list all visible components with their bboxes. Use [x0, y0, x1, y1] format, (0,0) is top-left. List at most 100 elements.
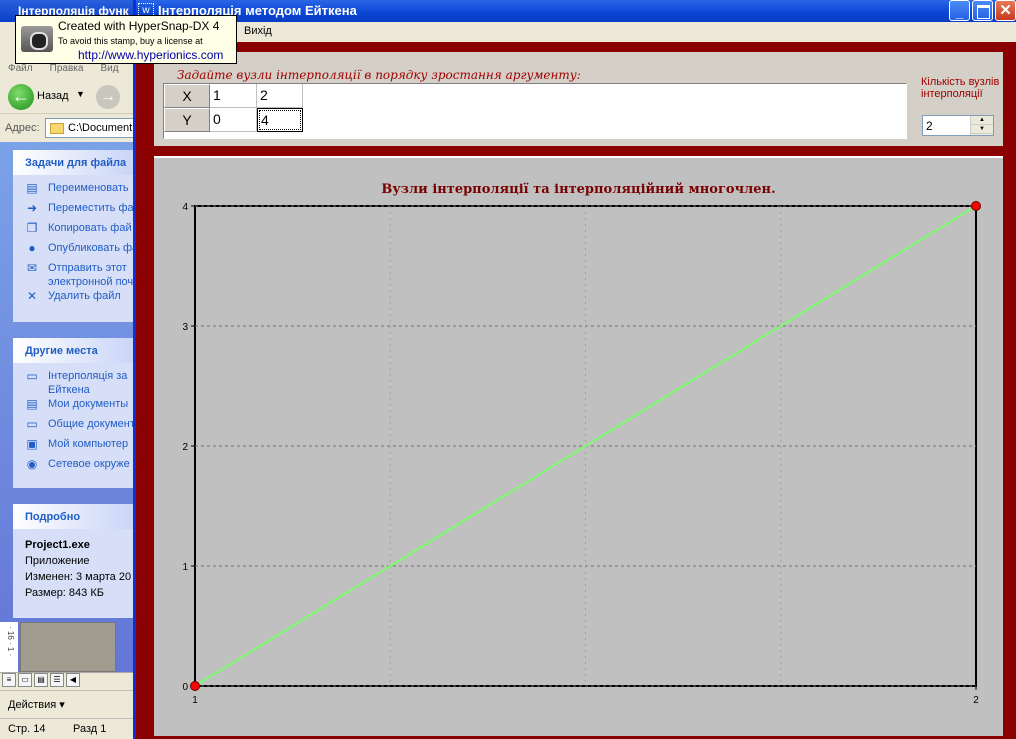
explorer-toolbar: ← Назад ▼ →: [0, 80, 140, 114]
chart-panel: Вузли інтерполяції та інтерполяційний мн…: [154, 156, 1003, 736]
folder-icon: [50, 123, 64, 134]
grid-cell-y1[interactable]: 0: [210, 108, 257, 132]
place-item-label: Мой компьютер: [48, 438, 129, 450]
task-item-label: Копировать фай: [48, 222, 132, 234]
forward-arrow-icon[interactable]: →: [96, 85, 120, 109]
task-item[interactable]: ❐ Копировать фай: [23, 221, 140, 241]
explorer-menu-file[interactable]: Файл: [8, 63, 33, 74]
row-x-header: X: [164, 84, 210, 108]
task-item[interactable]: ● Опубликовать фа: [23, 241, 140, 261]
place-item[interactable]: ▤ Мои документы: [23, 397, 140, 417]
node-point: [190, 681, 200, 691]
app-window: w Інтерполяція методом Ейткена _ ✕ Вихід…: [133, 0, 1016, 739]
input-panel: Задайте вузли інтерполяції в порядку зро…: [154, 52, 1003, 146]
publish-icon: ●: [28, 241, 36, 255]
x-tick-label: 2: [973, 695, 979, 706]
normal-view-icon[interactable]: ≡: [2, 673, 16, 687]
maximize-button[interactable]: [972, 0, 993, 21]
task-item-label: Опубликовать фа: [48, 242, 139, 254]
other-places-panel: Другие места ▭ Інтерполяція за Ейткена ▤ Мо…: [13, 338, 140, 488]
stamp-link[interactable]: http://www.hyperionics.com: [78, 48, 223, 62]
print-view-icon[interactable]: ▤: [34, 673, 48, 687]
spin-up-icon[interactable]: ▲: [971, 116, 993, 125]
node-count-value[interactable]: 2: [926, 119, 933, 133]
place-item-label: Сетевое окруже: [48, 458, 130, 470]
drawing-toolbar: Действия ▾: [0, 690, 140, 716]
task-item-label: Удалить файл: [48, 290, 121, 302]
documents-icon: ▤: [26, 397, 38, 411]
camera-icon: [21, 26, 53, 52]
details-panel: Подробно Project1.exe Приложение Изменен…: [13, 504, 140, 618]
back-arrow-icon[interactable]: ←: [8, 84, 34, 110]
computer-icon: ▣: [26, 437, 38, 451]
task-item[interactable]: ✕ Удалить файл: [23, 289, 140, 309]
spin-down-icon[interactable]: ▼: [971, 125, 993, 134]
stamp-line-2: To avoid this stamp, buy a license at: [58, 36, 203, 46]
chart-plot: 012341 2: [182, 201, 981, 706]
actions-menu[interactable]: Действия ▾: [8, 698, 65, 711]
x-tick-label: 1: [192, 695, 198, 706]
y-tick-label: 4: [182, 202, 188, 213]
grid-cell-x1[interactable]: 1: [210, 84, 257, 108]
other-places-header[interactable]: Другие места: [13, 338, 140, 363]
delete-icon: ✕: [26, 289, 38, 303]
explorer-menu-edit[interactable]: Правка: [50, 63, 84, 74]
details-filename: Project1.exe: [25, 539, 90, 551]
place-item[interactable]: ◉ Сетевое окруже: [23, 457, 140, 477]
address-label: Адрес:: [5, 122, 40, 134]
explorer-menu-view[interactable]: Вид: [101, 63, 119, 74]
document-preview: [20, 622, 116, 672]
file-tasks-panel: Задачи для файла ▤ Переименовать ➜ Перемест…: [13, 150, 140, 322]
grid-cell-x2[interactable]: 2: [257, 84, 303, 108]
task-item[interactable]: ➜ Переместить фа: [23, 201, 140, 221]
network-icon: ◉: [26, 457, 38, 471]
task-item[interactable]: ✉ Отправить этот электронной поч: [23, 261, 140, 289]
task-item-label: Отправить этот электронной поч: [48, 262, 134, 288]
details-size: Размер: 843 КБ: [25, 587, 104, 599]
other-places-list: ▭ Інтерполяція за Ейткена ▤ Мои документы ▭ О…: [13, 363, 140, 481]
place-item[interactable]: ▭ Общие документ: [23, 417, 140, 437]
place-item[interactable]: ▭ Інтерполяція за Ейткена: [23, 369, 140, 397]
outline-view-icon[interactable]: ☰: [50, 673, 64, 687]
nodes-hint: Задайте вузли інтерполяції в порядку зро…: [177, 68, 581, 82]
ruler-text: · 16 · 1 ·: [6, 626, 15, 657]
vertical-ruler: · 16 · 1 ·: [0, 622, 18, 672]
y-tick-label: 1: [182, 562, 188, 573]
rename-icon: ▤: [26, 181, 38, 195]
place-item-label: Общие документ: [48, 418, 135, 430]
email-icon: ✉: [26, 261, 38, 275]
hypersnap-stamp: Created with HyperSnap-DX 4 To avoid thi…: [15, 15, 237, 64]
address-value: C:\Document: [68, 122, 133, 134]
details-modified: Изменен: 3 марта 20: [25, 571, 132, 583]
y-tick-label: 0: [182, 682, 188, 693]
web-view-icon[interactable]: ▭: [18, 673, 32, 687]
task-item-label: Переместить фа: [48, 202, 134, 214]
status-bar: Стр. 14 Разд 1: [0, 718, 140, 739]
row-y-header: Y: [164, 108, 210, 132]
place-item-label: Інтерполяція за Ейткена: [48, 370, 128, 396]
place-item[interactable]: ▣ Мой компьютер: [23, 437, 140, 457]
address-input[interactable]: C:\Document: [45, 118, 140, 138]
move-icon: ➜: [26, 201, 38, 215]
chevron-down-icon[interactable]: ▼: [76, 89, 85, 99]
menu-exit[interactable]: Вихід: [244, 25, 272, 37]
nodes-grid: X 1 2 Y 0 4: [163, 83, 907, 139]
status-section: Разд 1: [73, 723, 107, 735]
details-header[interactable]: Подробно: [13, 504, 140, 529]
scroll-left-icon[interactable]: ◀: [66, 673, 80, 687]
status-page: Стр. 14: [8, 723, 46, 735]
back-button-label[interactable]: Назад: [37, 90, 69, 102]
minimize-button[interactable]: _: [949, 0, 970, 21]
grid-cell-y2[interactable]: 4: [257, 108, 303, 132]
file-tasks-header[interactable]: Задачи для файла: [13, 150, 140, 175]
file-tasks-list: ▤ Переименовать ➜ Переместить фа ❐ Копировать…: [13, 175, 140, 313]
node-count-spinner[interactable]: 2 ▲ ▼: [922, 115, 994, 136]
node-point: [971, 201, 981, 211]
view-buttons-bar: ≡ ▭ ▤ ☰ ◀: [0, 672, 140, 688]
app-titlebar[interactable]: w Інтерполяція методом Ейткена _ ✕: [136, 0, 1016, 22]
close-button[interactable]: ✕: [995, 0, 1016, 21]
task-item[interactable]: ▤ Переименовать: [23, 181, 140, 201]
folder-icon: ▭: [26, 369, 38, 383]
address-bar: Адрес: C:\Document: [0, 115, 140, 141]
copy-icon: ❐: [26, 221, 38, 235]
